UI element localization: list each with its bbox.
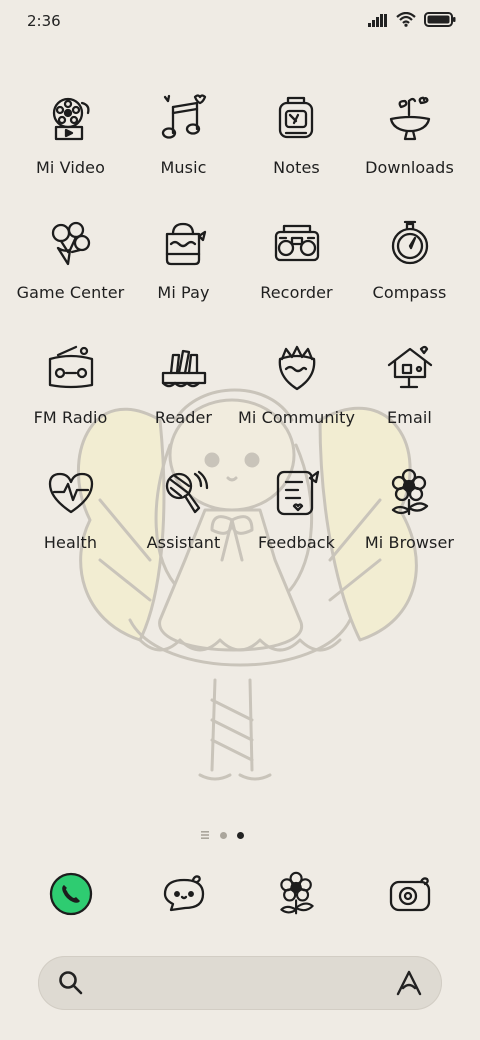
app-health[interactable]: Health <box>14 463 127 552</box>
app-label: Mi Video <box>36 158 105 177</box>
dock-messages[interactable] <box>127 862 240 926</box>
status-bar: 2:36 <box>0 0 480 44</box>
app-label: Mi Community <box>237 408 356 427</box>
dock-phone[interactable] <box>14 862 127 926</box>
balloons-icon <box>41 213 101 273</box>
app-notes[interactable]: Notes <box>240 88 353 177</box>
app-mi-browser[interactable]: Mi Browser <box>353 463 466 552</box>
app-mi-video[interactable]: Mi Video <box>14 88 127 177</box>
mailbox-house-icon <box>380 338 440 398</box>
assistant-a-icon[interactable] <box>394 968 424 998</box>
app-recorder[interactable]: Recorder <box>240 213 353 302</box>
app-feedback[interactable]: Feedback <box>240 463 353 552</box>
notepad-icon <box>267 88 327 148</box>
app-grid: Mi Video Music Notes Downloads Game Cent… <box>14 88 466 552</box>
fm-radio-icon <box>41 338 101 398</box>
books-icon <box>154 338 214 398</box>
radio-recorder-icon <box>267 213 327 273</box>
battery-icon <box>424 12 456 27</box>
signal-icon <box>368 13 387 27</box>
dock-gallery[interactable] <box>240 862 353 926</box>
music-note-icon <box>154 88 214 148</box>
download-bowl-icon <box>380 88 440 148</box>
strawberry-icon <box>267 338 327 398</box>
app-reader[interactable]: Reader <box>127 338 240 427</box>
app-music[interactable]: Music <box>127 88 240 177</box>
search-bar[interactable] <box>38 956 442 1010</box>
app-label: FM Radio <box>33 408 108 427</box>
app-email[interactable]: Email <box>353 338 466 427</box>
app-label: Reader <box>154 408 213 427</box>
app-downloads[interactable]: Downloads <box>353 88 466 177</box>
app-mi-community[interactable]: Mi Community <box>237 338 356 427</box>
flower-icon <box>380 463 440 523</box>
app-label: Assistant <box>146 533 221 552</box>
app-label: Music <box>160 158 207 177</box>
heart-pulse-icon <box>41 463 101 523</box>
camera-icon <box>389 877 430 912</box>
flower-icon <box>279 871 314 915</box>
app-assistant[interactable]: Assistant <box>127 463 240 552</box>
page-dot <box>220 831 227 839</box>
status-time: 2:36 <box>27 12 61 30</box>
message-bubble-icon <box>163 875 204 912</box>
compass-icon <box>380 213 440 273</box>
wallet-bag-icon <box>154 213 214 273</box>
app-label: Mi Browser <box>364 533 455 552</box>
page-indicator[interactable] <box>200 830 244 840</box>
app-game-center[interactable]: Game Center <box>14 213 127 302</box>
phone-icon <box>49 872 92 916</box>
film-reel-icon <box>41 88 101 148</box>
app-label: Notes <box>273 158 320 177</box>
app-mi-pay[interactable]: Mi Pay <box>127 213 240 302</box>
status-icons <box>368 12 456 27</box>
wifi-icon <box>396 12 416 27</box>
page-list-icon <box>201 831 209 839</box>
dock <box>14 862 466 926</box>
page-dot-active <box>237 831 244 839</box>
app-label: Compass <box>372 283 447 302</box>
app-label: Game Center <box>16 283 125 302</box>
dock-camera[interactable] <box>353 862 466 926</box>
app-label: Mi Pay <box>157 283 210 302</box>
app-compass[interactable]: Compass <box>353 213 466 302</box>
search-icon[interactable] <box>58 970 84 996</box>
app-fm-radio[interactable]: FM Radio <box>14 338 127 427</box>
app-label: Recorder <box>260 283 333 302</box>
app-label: Feedback <box>258 533 335 552</box>
app-label: Email <box>387 408 432 427</box>
feedback-note-icon <box>267 463 327 523</box>
app-label: Health <box>43 533 98 552</box>
microphone-icon <box>154 463 214 523</box>
app-label: Downloads <box>365 158 454 177</box>
